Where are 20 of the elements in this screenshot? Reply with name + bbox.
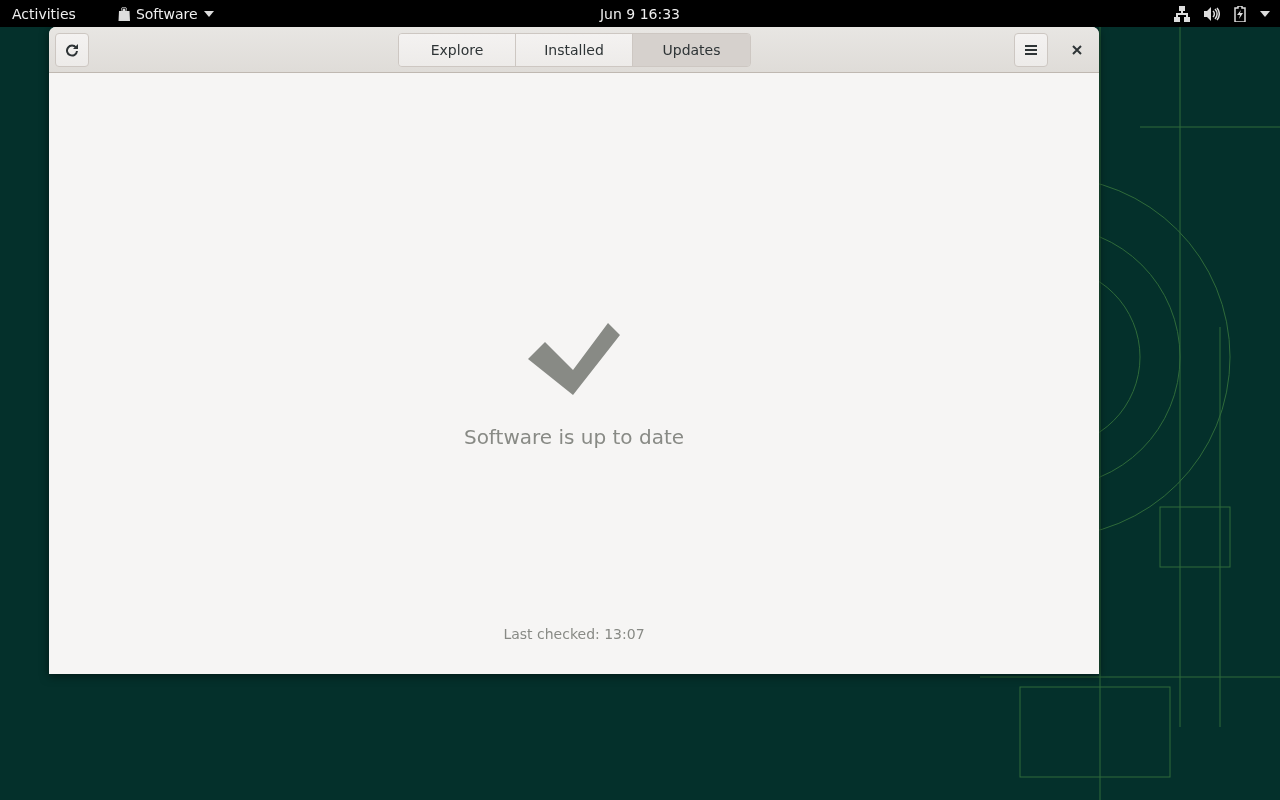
caret-icon[interactable] — [1260, 10, 1270, 17]
close-icon — [1072, 44, 1082, 55]
clock[interactable]: Jun 9 16:33 — [600, 5, 680, 22]
view-tab[interactable]: Installed — [516, 34, 633, 66]
last-checked-text: Last checked: 13:07 — [503, 626, 645, 642]
volume-icon[interactable] — [1204, 5, 1220, 22]
caret-icon — [203, 10, 214, 17]
app-menu[interactable]: Software — [135, 5, 198, 22]
refresh-button[interactable] — [55, 32, 89, 67]
battery-icon[interactable] — [1234, 5, 1246, 22]
activities-button[interactable]: Activities — [12, 5, 76, 22]
network-icon[interactable] — [1174, 5, 1190, 22]
refresh-icon — [65, 42, 79, 57]
checkmark-icon — [528, 323, 620, 395]
menu-button[interactable] — [1014, 32, 1048, 67]
status-title: Software is up to date — [463, 425, 685, 449]
menu-icon — [1025, 44, 1037, 55]
view-tab[interactable]: Updates — [633, 34, 750, 66]
view-tab[interactable]: Explore — [399, 34, 516, 66]
shopping-bag-icon — [117, 6, 130, 21]
